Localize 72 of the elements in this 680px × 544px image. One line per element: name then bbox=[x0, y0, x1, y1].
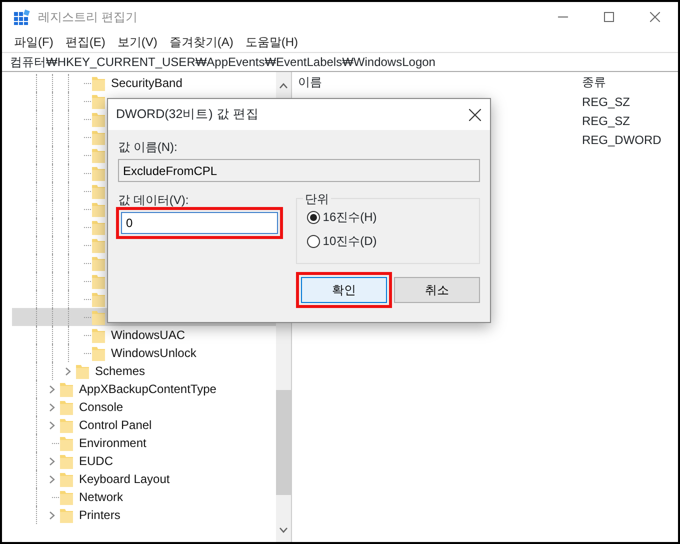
cancel-button[interactable]: 취소 bbox=[394, 277, 480, 303]
expand-chevron-icon[interactable] bbox=[49, 384, 55, 394]
folder-icon bbox=[92, 76, 105, 90]
folder-icon bbox=[60, 382, 73, 396]
folder-icon bbox=[76, 364, 89, 378]
tree-item-label[interactable]: WindowsUnlock bbox=[111, 344, 196, 362]
close-icon bbox=[469, 108, 481, 120]
menu-item[interactable]: 파일(F) bbox=[10, 33, 62, 51]
address-bar[interactable]: 컴퓨터₩HKEY_CURRENT_USER₩AppEvents₩EventLabels₩WindowsLogon bbox=[2, 52, 678, 72]
menu-item[interactable]: 도움말(H) bbox=[241, 33, 306, 51]
tree-item-label[interactable]: EUDC bbox=[79, 452, 114, 470]
maximize-icon bbox=[604, 12, 614, 22]
tree-item-label[interactable]: Control Panel bbox=[79, 416, 152, 434]
folder-icon bbox=[60, 508, 73, 522]
scroll-up-icon[interactable] bbox=[279, 82, 288, 89]
folder-icon bbox=[60, 418, 73, 432]
registry-icon bbox=[14, 9, 30, 25]
expand-chevron-icon[interactable] bbox=[49, 510, 55, 520]
radio-button[interactable] bbox=[306, 210, 320, 224]
folder-icon bbox=[92, 220, 105, 234]
folder-icon bbox=[92, 346, 105, 360]
folder-icon bbox=[92, 112, 105, 126]
folder-icon bbox=[92, 130, 105, 144]
radio-label[interactable]: 10진수(D) bbox=[322, 232, 377, 250]
folder-icon bbox=[60, 436, 73, 450]
tree-item-label[interactable]: Network bbox=[79, 488, 124, 506]
folder-icon bbox=[92, 148, 105, 162]
folder-icon bbox=[92, 184, 105, 198]
menu-item[interactable]: 보기(V) bbox=[113, 33, 166, 51]
value-type-cell-text: REG_DWORD bbox=[582, 132, 662, 148]
expand-chevron-icon[interactable] bbox=[65, 366, 71, 376]
column-header[interactable]: 이름 bbox=[298, 73, 582, 91]
close-icon bbox=[650, 12, 660, 22]
scrollbar-thumb[interactable] bbox=[276, 390, 291, 495]
tree-item-label[interactable]: Schemes bbox=[95, 362, 146, 380]
field-label: 값 이름(N): bbox=[118, 139, 178, 156]
folder-icon bbox=[92, 256, 105, 270]
window-title: 레지스트리 편집기 bbox=[38, 9, 138, 26]
tree-item-label[interactable]: Printers bbox=[79, 506, 120, 524]
folder-icon bbox=[92, 202, 105, 216]
tree-item-label[interactable]: Environment bbox=[79, 434, 146, 452]
folder-icon bbox=[60, 400, 73, 414]
tree-item-label[interactable]: AppXBackupContentType bbox=[79, 380, 216, 398]
menu-item[interactable]: 편집(E) bbox=[61, 33, 114, 51]
menu-item[interactable]: 즐겨찾기(A) bbox=[165, 33, 242, 51]
column-header[interactable]: 종류 bbox=[582, 73, 606, 91]
field-label: 값 데이터(V): bbox=[118, 192, 190, 209]
folder-icon bbox=[92, 292, 105, 306]
folder-icon bbox=[92, 274, 105, 288]
folder-icon bbox=[92, 94, 105, 108]
value-type-cell-text: REG_SZ bbox=[582, 112, 630, 130]
folder-icon bbox=[92, 238, 105, 252]
tree-item-label[interactable]: Keyboard Layout bbox=[79, 470, 170, 488]
folder-icon bbox=[60, 454, 73, 468]
value-name-field[interactable]: ExcludeFromCPL bbox=[118, 159, 480, 182]
expand-chevron-icon[interactable] bbox=[49, 456, 55, 466]
radio-button[interactable] bbox=[306, 234, 320, 248]
folder-icon bbox=[92, 328, 105, 342]
tree-item-label[interactable]: Console bbox=[79, 398, 124, 416]
folder-icon bbox=[60, 490, 73, 504]
scroll-down-icon[interactable] bbox=[279, 526, 288, 533]
dialog-title: DWORD(32비트) 값 편집 bbox=[116, 106, 259, 124]
value-type-cell-text: REG_SZ bbox=[582, 94, 630, 110]
expand-chevron-icon[interactable] bbox=[49, 402, 55, 412]
radio-label[interactable]: 16진수(H) bbox=[322, 208, 377, 226]
tree-item-label[interactable]: WindowsUAC bbox=[111, 326, 186, 344]
expand-chevron-icon[interactable] bbox=[49, 474, 55, 484]
folder-icon bbox=[92, 166, 105, 180]
folder-icon bbox=[60, 472, 73, 486]
folder-icon bbox=[92, 310, 105, 324]
tree-item-label[interactable]: SecurityBand bbox=[111, 74, 182, 92]
expand-chevron-icon[interactable] bbox=[49, 420, 55, 430]
